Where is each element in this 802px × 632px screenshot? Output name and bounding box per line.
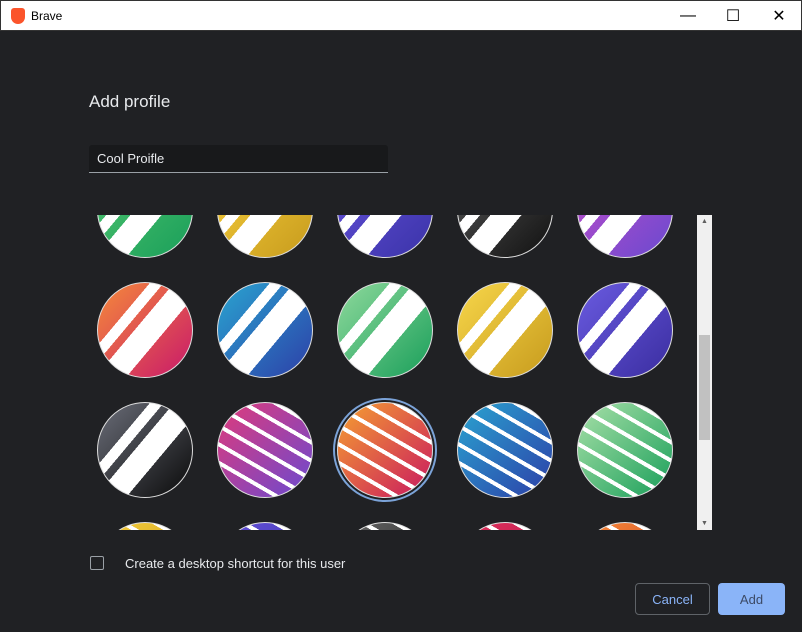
scroll-up-icon[interactable]: ▲ bbox=[697, 218, 712, 225]
add-button[interactable]: Add bbox=[718, 583, 785, 615]
avatar-orange-red-bars[interactable] bbox=[97, 282, 193, 378]
avatar-red-partial[interactable] bbox=[457, 522, 553, 530]
avatar-black-partial[interactable] bbox=[337, 522, 433, 530]
avatar-yellow-partial[interactable] bbox=[97, 522, 193, 530]
title-bar: Brave — ☐ ✕ bbox=[0, 0, 802, 31]
avatar-blue-stripes[interactable] bbox=[457, 402, 553, 498]
avatar-purple-chevron[interactable] bbox=[337, 215, 433, 258]
page-title: Add profile bbox=[89, 92, 171, 111]
avatar-purple-bars[interactable] bbox=[577, 282, 673, 378]
minimize-icon[interactable]: — bbox=[665, 1, 711, 31]
window-title: Brave bbox=[31, 8, 63, 23]
profile-name-input[interactable] bbox=[89, 145, 388, 173]
scroll-down-icon[interactable]: ▼ bbox=[697, 520, 712, 527]
cancel-button[interactable]: Cancel bbox=[635, 583, 710, 615]
avatar-black-bars[interactable] bbox=[97, 402, 193, 498]
avatar-black-chevron[interactable] bbox=[457, 215, 553, 258]
avatar-pink-purple-stripes[interactable] bbox=[217, 402, 313, 498]
scrollbar[interactable]: ▲ ▼ bbox=[697, 215, 712, 530]
shortcut-checkbox[interactable] bbox=[90, 556, 104, 570]
close-icon[interactable]: ✕ bbox=[756, 1, 802, 31]
maximize-icon[interactable]: ☐ bbox=[710, 1, 756, 31]
avatar-orange-partial[interactable] bbox=[577, 522, 673, 530]
avatar-yellow-bars[interactable] bbox=[457, 282, 553, 378]
avatar-orange-red-stripes[interactable] bbox=[337, 402, 433, 498]
avatar-blue-bars[interactable] bbox=[217, 282, 313, 378]
scrollbar-thumb[interactable] bbox=[699, 335, 710, 440]
shortcut-label[interactable]: Create a desktop shortcut for this user bbox=[125, 556, 345, 571]
avatar-green-bars[interactable] bbox=[337, 282, 433, 378]
avatar-purple-partial[interactable] bbox=[217, 522, 313, 530]
avatar-yellow-chevron[interactable] bbox=[217, 215, 313, 258]
brave-logo-icon bbox=[11, 7, 25, 24]
avatar-grid bbox=[90, 215, 690, 530]
avatar-green-chevron[interactable] bbox=[97, 215, 193, 258]
avatar-green-stripes[interactable] bbox=[577, 402, 673, 498]
avatar-purple-stripes[interactable] bbox=[577, 215, 673, 258]
